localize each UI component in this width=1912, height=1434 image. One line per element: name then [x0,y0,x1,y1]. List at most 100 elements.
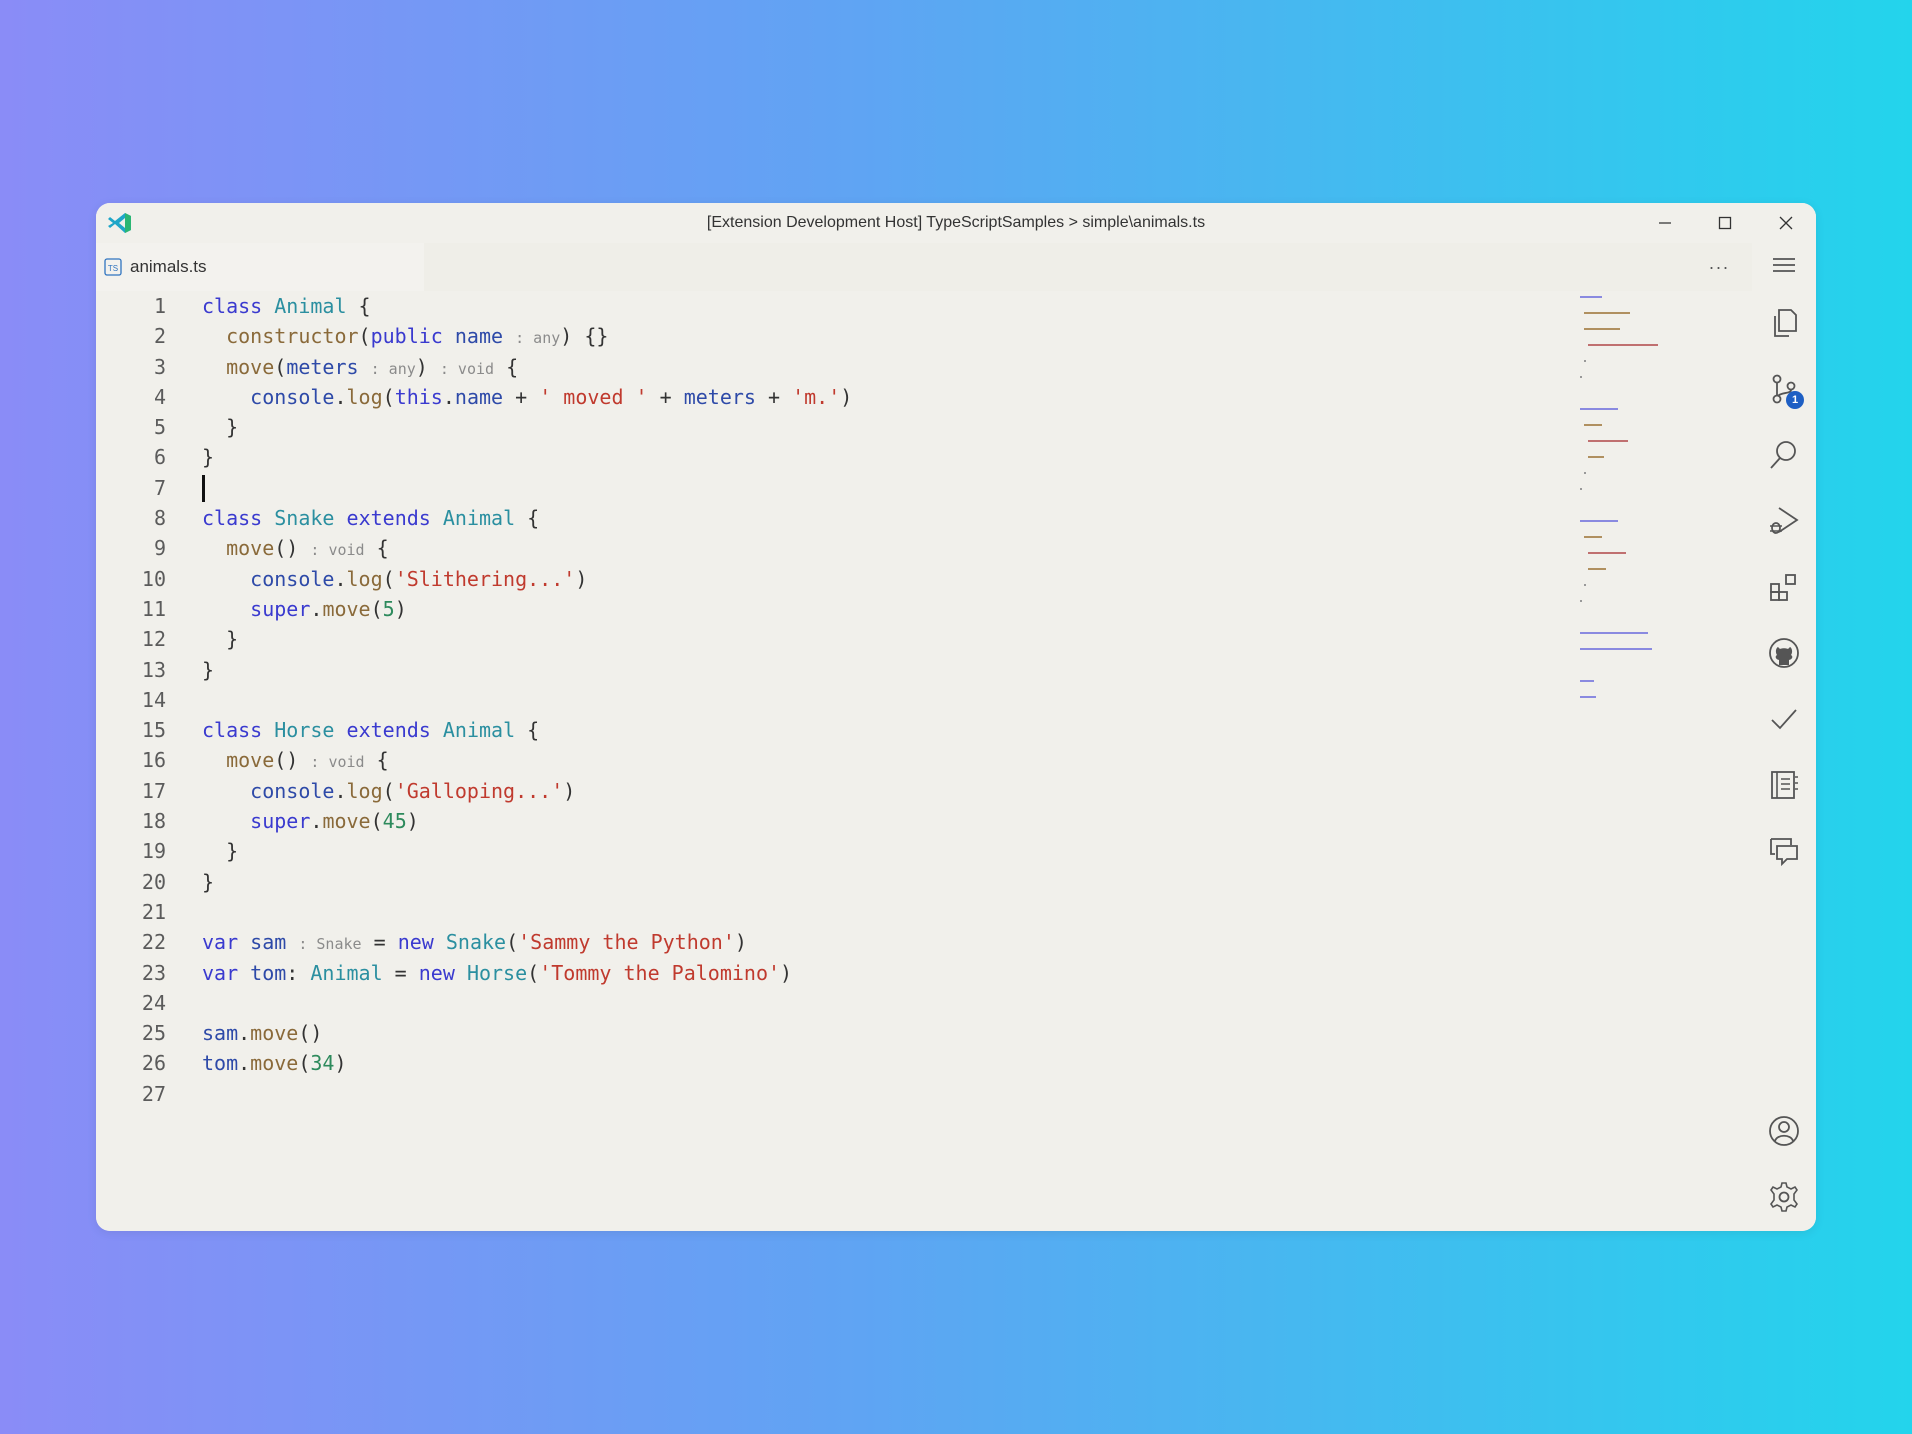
code-line: 11 super.move(5) [96,594,1556,624]
testing-button[interactable] [1766,701,1802,737]
code-line: 26 tom.move(34) [96,1048,1556,1078]
code-line: 10 console.log('Slithering...') [96,564,1556,594]
minimize-button[interactable] [1635,203,1695,243]
code-line: 27 [96,1079,1556,1109]
code-line: 8 class Snake extends Animal { [96,503,1556,533]
typescript-file-icon: TS [104,258,122,276]
close-button[interactable] [1756,203,1816,243]
checkmark-icon [1771,709,1797,730]
tab-label: animals.ts [130,257,207,276]
line-number: 8 [153,506,166,531]
github-button[interactable] [1766,635,1802,671]
run-debug-icon [1770,507,1799,534]
search-icon [1770,441,1796,469]
code-line: 23 var tom: Animal = new Horse('Tommy the… [96,958,1556,988]
code-line: 3 move(meters : any) : void { [96,352,1556,382]
code-line: 12 } [96,624,1556,654]
account-button[interactable] [1766,1113,1802,1149]
code-line: 5 } [96,412,1556,442]
line-number: 9 [153,536,166,561]
code-line: 15 class Horse extends Animal { [96,715,1556,745]
github-icon [1769,638,1799,668]
line-number: 5 [153,415,166,440]
line-number: 24 [141,990,166,1015]
source-control-button[interactable]: 1 [1766,371,1804,409]
line-number: 12 [141,627,166,652]
type-hint: : any [370,359,416,378]
line-number: 2 [153,324,166,349]
minimap[interactable] [1580,291,1730,791]
notebook-button[interactable] [1766,767,1802,803]
line-number: 11 [141,596,166,621]
code-line: 14 [96,685,1556,715]
comments-button[interactable] [1766,833,1802,869]
line-number: 19 [141,839,166,864]
code-editor[interactable]: 1 class Animal { 2 constructor(public nam… [96,291,1752,1231]
type-hint: : void [310,541,365,560]
explorer-button[interactable] [1766,305,1802,341]
tab-animals-ts[interactable]: TS animals.ts [96,243,424,291]
line-number: 27 [141,1081,166,1106]
type-hint: : any [515,329,561,348]
run-debug-button[interactable] [1766,503,1802,539]
activity-bar: 1 [1752,243,1816,1231]
code-line: 17 console.log('Galloping...') [96,776,1556,806]
line-number: 14 [141,687,166,712]
line-number: 15 [141,718,166,743]
window-title: [Extension Development Host] TypeScriptS… [706,214,1206,231]
line-number: 26 [141,1051,166,1076]
line-number: 22 [141,930,166,955]
line-number: 7 [153,475,166,500]
line-number: 21 [141,899,166,924]
line-number: 25 [141,1021,166,1046]
line-number: 16 [141,748,166,773]
line-number: 17 [141,778,166,803]
line-number: 20 [141,869,166,894]
code-line: 9 move() : void { [96,533,1556,563]
line-number: 6 [153,445,166,470]
code-line: 16 move() : void { [96,745,1556,775]
type-hint: : void [439,359,495,378]
type-hint: : void [310,753,365,772]
extensions-icon [1770,574,1796,601]
code-line: 4 console.log(this.name + ' moved ' + me… [96,382,1556,412]
line-number: 10 [141,566,166,591]
code-line: 18 super.move(45) [96,806,1556,836]
code-line: 25 sam.move() [96,1018,1556,1048]
code-line: 6} [96,442,1556,472]
menu-button[interactable] [1766,247,1802,283]
maximize-button[interactable] [1695,203,1755,243]
line-number: 3 [153,354,166,379]
text-cursor [202,474,205,502]
search-button[interactable] [1766,437,1802,473]
code-line: 2 constructor(public name : any) {} [96,321,1556,351]
minimize-icon [1659,222,1671,224]
notebook-icon [1771,771,1798,799]
code-line: 13} [96,655,1556,685]
title-bar: [Extension Development Host] TypeScriptS… [96,203,1816,243]
code-line: 7 [96,473,1556,503]
code-area[interactable]: 1 class Animal { 2 constructor(public nam… [96,291,1556,1109]
code-line: 22 var sam : Snake = new Snake('Sammy the… [96,927,1556,957]
svg-text:TS: TS [108,264,118,273]
comments-icon [1770,838,1798,867]
line-number: 23 [141,960,166,985]
menu-icon [1773,258,1795,272]
extensions-button[interactable] [1766,569,1802,605]
code-line: 1 class Animal { [96,291,1556,321]
code-line: 19 } [96,836,1556,866]
editor-tab-bar: TS animals.ts ··· [96,243,1752,291]
close-icon [1779,216,1793,230]
settings-button[interactable] [1766,1179,1802,1215]
code-line: 21 [96,897,1556,927]
vscode-window: [Extension Development Host] TypeScriptS… [96,203,1816,1231]
code-line: 24 [96,988,1556,1018]
more-actions-button[interactable]: ··· [1704,253,1734,281]
source-control-badge: 1 [1786,391,1804,409]
type-hint: : Snake [298,935,362,954]
settings-gear-icon [1770,1182,1798,1212]
account-icon [1769,1116,1799,1146]
code-line: 20} [96,867,1556,897]
line-number: 4 [153,384,166,409]
line-number: 13 [141,657,166,682]
